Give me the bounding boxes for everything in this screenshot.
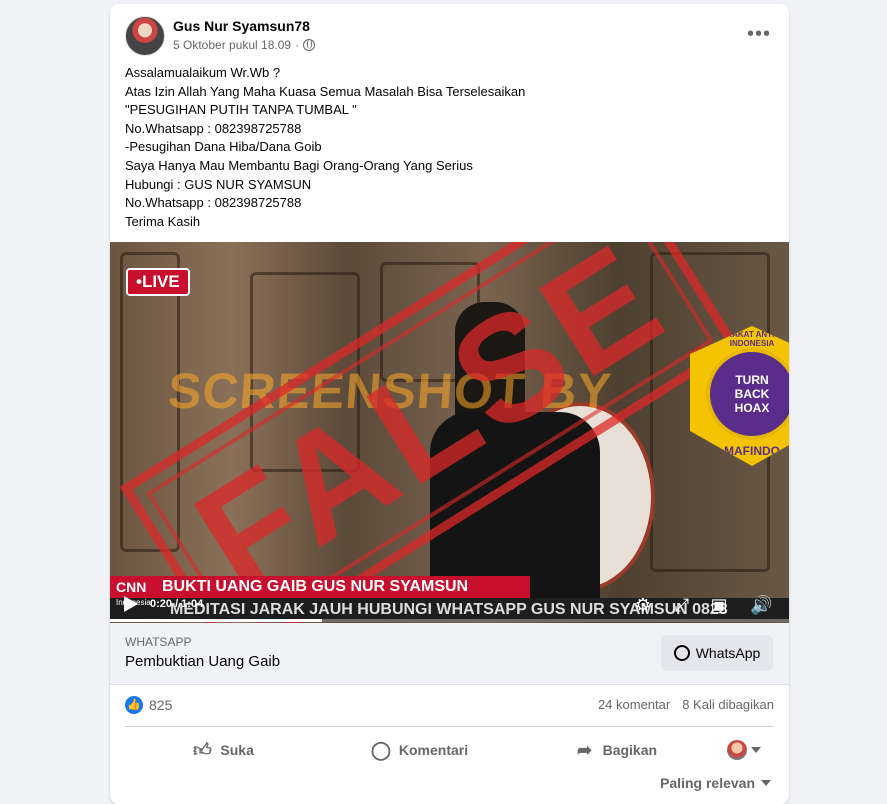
link-domain: WHATSAPP — [125, 635, 192, 649]
post-text-line: No.Whatsapp : 082398725788 — [125, 195, 302, 211]
video-controls: 0:20 / 1:04 ⚙ ⤢ ▣ 🔊 — [110, 592, 789, 622]
reaction-bar: 👍 825 24 komentar 8 Kali dibagikan — [125, 694, 774, 718]
post-text-line: "PESUGIHAN PUTIH TANPA TUMBAL " — [125, 102, 357, 118]
post-meta: 5 Oktober pukul 18.09 · — [173, 38, 316, 52]
play-icon[interactable] — [124, 596, 138, 612]
post-card: Gus Nur Syamsun78 5 Oktober pukul 18.09 … — [110, 4, 789, 804]
picture-in-picture-icon[interactable]: ▣ — [708, 594, 730, 616]
post-text: Assalamualaikum Wr.Wb ? Atas Izin Allah Y… — [125, 64, 525, 231]
video-time: 0:20 / 1:04 — [150, 598, 204, 610]
post-text-line: Atas Izin Allah Yang Maha Kuasa Semua Ma… — [125, 83, 526, 99]
share-button[interactable]: ➦ Bagikan — [518, 732, 714, 768]
post-text-line: Assalamualaikum Wr.Wb ? — [125, 65, 281, 80]
sort-label: Paling relevan — [660, 775, 755, 791]
thumbs-up-icon: 👍︎ — [193, 740, 212, 760]
link-preview[interactable]: WHATSAPP Pembuktian Uang Gaib WhatsApp — [110, 623, 789, 685]
share-count[interactable]: 8 Kali dibagikan — [682, 697, 774, 712]
post-stats: 24 komentar 8 Kali dibagikan — [598, 697, 774, 712]
chevron-down-icon — [761, 780, 771, 786]
chevron-down-icon — [750, 747, 761, 753]
comment-button-label: Komentari — [398, 742, 469, 758]
like-count[interactable]: 825 — [149, 697, 172, 713]
video-progress-bar[interactable] — [110, 619, 789, 622]
post-text-line: No.Whatsapp : 082398725788 — [125, 120, 302, 136]
post-timestamp[interactable]: 5 Oktober pukul 18.09 — [173, 38, 291, 52]
live-badge: •LIVE — [126, 268, 190, 296]
expand-icon[interactable]: ⤢ — [671, 594, 693, 616]
comment-sort-dropdown[interactable]: Paling relevan — [660, 775, 771, 791]
globe-icon — [303, 39, 316, 51]
post-text-line: Saya Hanya Mau Membantu Bagi Orang-Orang… — [125, 157, 473, 173]
video-player[interactable]: •LIVE SCREENSHOT BY FALSE MASYARAKAT ANT… — [110, 242, 789, 623]
whatsapp-button-label: WhatsApp — [695, 645, 761, 661]
share-arrow-icon: ➦ — [577, 740, 593, 760]
video-progress-fill — [110, 619, 323, 622]
like-button[interactable]: 👍︎ Suka — [125, 732, 321, 768]
action-bar: 👍︎ Suka ◯ Komentari ➦ Bagikan — [125, 730, 774, 770]
link-title[interactable]: Pembuktian Uang Gaib — [125, 653, 280, 670]
turnbackhoax-icon: TURN BACK HOAX — [706, 348, 789, 440]
author-avatar[interactable] — [125, 16, 165, 56]
whatsapp-icon — [673, 645, 690, 661]
share-button-label: Bagikan — [602, 742, 658, 758]
volume-icon[interactable]: 🔊 — [750, 594, 772, 616]
divider — [125, 726, 774, 727]
author-name[interactable]: Gus Nur Syamsun78 — [173, 18, 310, 34]
post-text-line: Terima Kasih — [125, 213, 201, 229]
like-reaction-icon[interactable]: 👍 — [125, 696, 143, 714]
post-text-line: Hubungi : GUS NUR SYAMSUN — [125, 176, 312, 192]
like-button-label: Suka — [220, 742, 254, 758]
post-text-line: -Pesugihan Dana Hiba/Dana Goib — [125, 139, 322, 155]
profile-avatar — [726, 740, 747, 760]
more-options-button[interactable]: ••• — [744, 22, 774, 46]
whatsapp-button[interactable]: WhatsApp — [661, 635, 773, 671]
post-header: Gus Nur Syamsun78 5 Oktober pukul 18.09 … — [125, 16, 774, 56]
settings-gear-icon[interactable]: ⚙ — [632, 594, 654, 616]
comment-button[interactable]: ◯ Komentari — [321, 732, 517, 768]
comment-bubble-icon: ◯ — [370, 740, 392, 760]
comment-count[interactable]: 24 komentar — [598, 697, 670, 712]
profile-selector[interactable] — [714, 732, 774, 768]
